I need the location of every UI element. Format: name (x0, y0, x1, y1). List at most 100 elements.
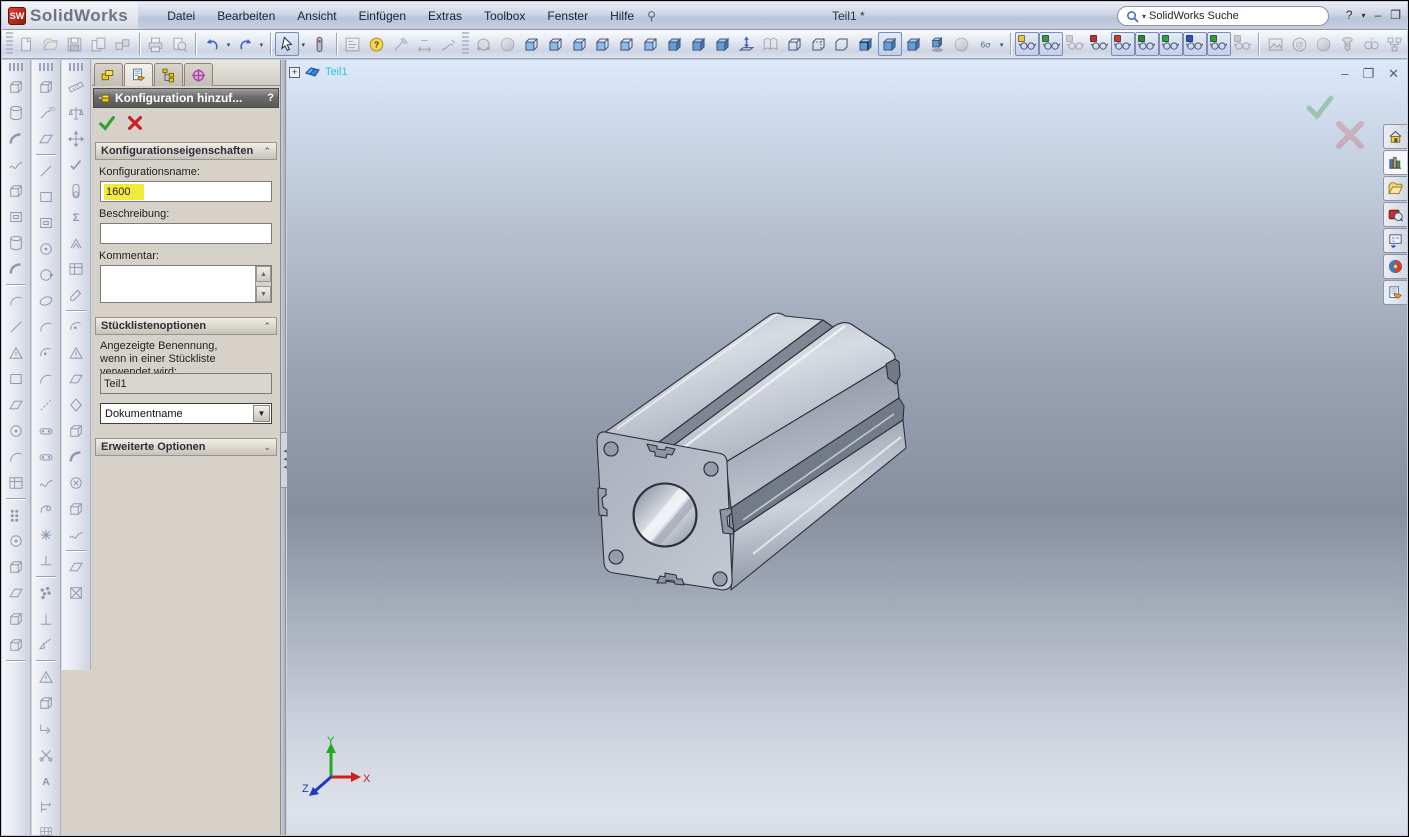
sketch-button[interactable] (389, 32, 413, 56)
view-origins-button[interactable] (1182, 32, 1207, 56)
boundary-boss-button[interactable] (4, 178, 28, 203)
linear-pattern-button[interactable] (4, 502, 28, 527)
style-spline-button[interactable] (34, 496, 58, 521)
check-document-button[interactable] (64, 152, 88, 177)
shadow-in-shaded-mode-button[interactable] (902, 32, 926, 56)
curve-pattern-button[interactable] (4, 554, 28, 579)
view-back-button[interactable] (543, 32, 567, 56)
apply-scene-button[interactable]: @ (1287, 32, 1311, 56)
view-dimetric-button[interactable] (711, 32, 735, 56)
section-configuration-properties[interactable]: Konfigurationseigenschaften ⌃ (95, 142, 277, 160)
save-button[interactable] (63, 32, 87, 56)
toolbox-fastener-button[interactable] (1335, 32, 1359, 56)
help-dropdown-icon[interactable]: ▾ (1362, 11, 1366, 20)
standard-views-button[interactable] (758, 32, 782, 56)
convert-entities-button[interactable] (34, 716, 58, 741)
center-rectangle-button[interactable] (34, 210, 58, 235)
sketch-warning-button[interactable] (34, 664, 58, 689)
corner-rectangle-button[interactable] (34, 184, 58, 209)
doc-restore-button[interactable]: ❐ (1362, 66, 1374, 82)
line-button[interactable] (34, 158, 58, 183)
dropdown-arrow-icon[interactable]: ▾ (302, 41, 306, 49)
view-annotations-button[interactable] (1111, 32, 1135, 56)
window-restore-button[interactable]: ❐ (1390, 8, 1401, 22)
perimeter-circle-button[interactable] (34, 262, 58, 287)
circular-pattern-button[interactable] (4, 528, 28, 553)
help-button[interactable]: ? (365, 32, 389, 56)
curves-button[interactable] (4, 606, 28, 631)
ellipse-button[interactable] (34, 288, 58, 313)
measure-button[interactable] (64, 74, 88, 99)
view-lights-button[interactable] (1231, 32, 1255, 56)
view-temporary-axes-button[interactable] (1087, 32, 1111, 56)
toolbar-grip[interactable] (39, 63, 53, 71)
draft-button[interactable] (4, 392, 28, 417)
expand-chevron-icon[interactable]: ⌄ (263, 442, 271, 453)
lofted-boss-button[interactable] (4, 152, 28, 177)
tab-feature-manager[interactable] (154, 63, 183, 86)
deviation-analysis-button[interactable] (64, 230, 88, 255)
mirror-button[interactable] (4, 470, 28, 495)
toolbar-grip[interactable] (462, 32, 470, 56)
view-right-button[interactable] (591, 32, 615, 56)
new-document-button[interactable] (15, 32, 39, 56)
modify-sketch-button[interactable] (34, 632, 58, 657)
tab-dimxpert-manager[interactable] (184, 63, 213, 86)
comment-scrollbar[interactable]: ▲ ▼ (255, 266, 271, 302)
collapse-chevron-icon[interactable]: ⌃ (263, 321, 271, 332)
collapse-chevron-icon[interactable]: ⌃ (263, 146, 271, 157)
centerpoint-arc-button[interactable] (34, 340, 58, 365)
anchor-point-button[interactable] (34, 548, 58, 573)
menu-bearbeiten[interactable]: Bearbeiten (206, 5, 286, 27)
shaded-with-edges-button[interactable] (854, 32, 878, 56)
scroll-down-button[interactable]: ▼ (256, 286, 271, 302)
panel-help-button[interactable]: ? (267, 92, 274, 104)
move-entity-button[interactable] (64, 126, 88, 151)
view-orientation-button[interactable]: 6σ ▾ (973, 32, 1003, 56)
menu-einfgen[interactable]: Einfügen (348, 5, 417, 27)
help-menu-button[interactable]: ? (1346, 8, 1353, 22)
clamp-tool-button[interactable] (64, 340, 88, 365)
perpendicular-relation-button[interactable] (34, 606, 58, 631)
view-bottom-button[interactable] (639, 32, 663, 56)
dropdown-arrow-icon[interactable]: ▾ (1000, 41, 1004, 49)
fillet-button[interactable] (4, 288, 28, 313)
centerline-button[interactable] (34, 392, 58, 417)
3-point-arc-button[interactable] (34, 314, 58, 339)
align-dimensions-button[interactable] (34, 794, 58, 819)
sketch-text-button[interactable]: A (34, 768, 58, 793)
bom-name-dropdown[interactable]: Dokumentname ▼ (100, 403, 272, 424)
dropdown-arrow-icon[interactable]: ▾ (260, 41, 264, 49)
view-axes-button[interactable] (1063, 32, 1087, 56)
view-settings-button[interactable] (1311, 32, 1335, 56)
view-3d-sketches-button[interactable] (1039, 32, 1064, 56)
hidden-lines-visible-button[interactable] (806, 32, 830, 56)
revolved-boss-button[interactable] (4, 100, 28, 125)
paint-feature-button[interactable] (64, 282, 88, 307)
toolbar-grip[interactable] (6, 32, 13, 56)
toolbox-tab[interactable] (1383, 202, 1407, 227)
magnet-tool-button[interactable] (64, 314, 88, 339)
view-curves-button[interactable] (1134, 32, 1159, 56)
tree-expand-button[interactable]: + (289, 66, 300, 78)
circle-button[interactable] (34, 236, 58, 261)
search-commands-button[interactable]: ? (1359, 32, 1383, 56)
tab-property-manager[interactable] (124, 63, 153, 86)
reference-geometry-button[interactable] (4, 580, 28, 605)
solidworks-resources-tab[interactable] (1383, 124, 1407, 149)
cancel-button[interactable] (126, 114, 144, 132)
combine-bodies-button[interactable] (64, 418, 88, 443)
tree-part-label[interactable]: Teil1 (325, 66, 348, 78)
ok-button[interactable] (98, 114, 116, 132)
sketch-entities-button[interactable] (437, 32, 461, 56)
hidden-lines-removed-button[interactable] (830, 32, 854, 56)
view-palette-tab[interactable] (1383, 228, 1407, 253)
smart-dimension-button[interactable] (413, 32, 437, 56)
section-bom-options[interactable]: Stücklistenoptionen ⌃ (95, 317, 277, 335)
menu-ansicht[interactable]: Ansicht (286, 5, 347, 27)
straight-slot-button[interactable] (34, 418, 58, 443)
dropdown-arrow-icon[interactable]: ▼ (253, 405, 270, 422)
appearances-scenes-tab[interactable] (1383, 254, 1407, 279)
realview-graphics-button[interactable] (950, 32, 974, 56)
3d-sketch-button[interactable]: 3D (34, 100, 58, 125)
